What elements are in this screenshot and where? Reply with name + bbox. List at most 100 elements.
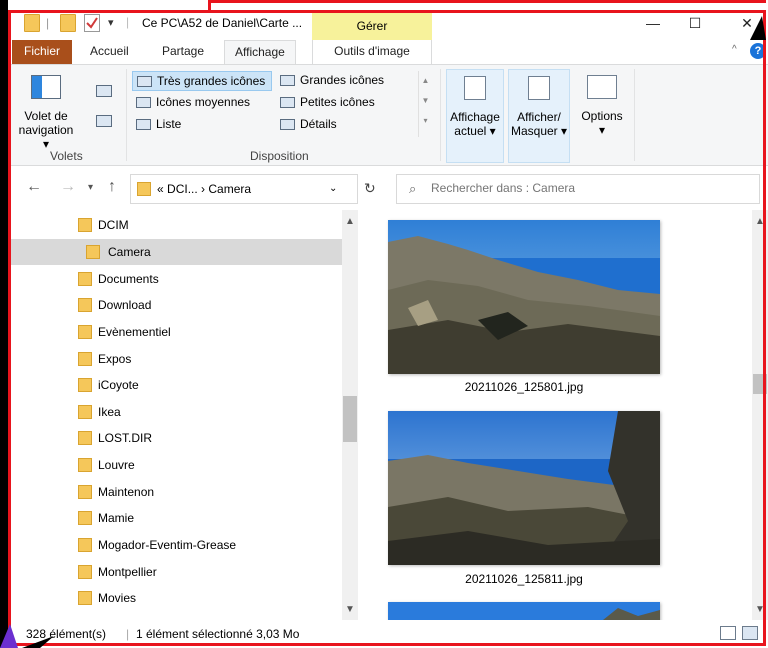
folder-icon — [78, 485, 92, 499]
layout-large-icons[interactable]: Grandes icônes — [276, 71, 384, 91]
scrollbar-thumb[interactable] — [343, 396, 357, 442]
options-label: Options — [581, 109, 623, 123]
thumbnail-2[interactable] — [388, 411, 660, 565]
breadcrumb-camera[interactable]: Camera — [208, 182, 251, 196]
status-separator: | — [126, 627, 130, 641]
address-bar[interactable]: « DCI... › Camera ⌄ — [130, 174, 358, 204]
separator-icon: | — [126, 15, 130, 29]
layout-xl-icons[interactable]: Très grandes icônes — [132, 71, 272, 91]
tab-share[interactable]: Partage — [152, 40, 214, 64]
nav-item-label: Download — [98, 298, 152, 312]
nav-item-label: Mamie — [98, 511, 135, 525]
folder-icon — [78, 405, 92, 419]
explorer-window: | ▾ | Ce PC\A52 de Daniel\Carte ... Gére… — [8, 0, 768, 648]
refresh-button[interactable]: ↻ — [364, 180, 376, 197]
back-button[interactable]: ← — [26, 178, 42, 196]
selection-info: 1 élément sélectionné 3,03 Mo — [136, 627, 300, 641]
group-label-panes: Volets — [50, 149, 83, 163]
tab-file[interactable]: Fichier — [12, 40, 73, 64]
maximize-button[interactable]: ☐ — [672, 12, 718, 36]
forward-button[interactable]: → — [60, 178, 76, 196]
nav-item-label: Louvre — [98, 458, 135, 472]
layout-small-icons[interactable]: Petites icônes — [276, 93, 375, 113]
breadcrumb-overflow[interactable]: « — [157, 182, 164, 196]
file-name-1[interactable]: 20211026_125801.jpg — [388, 380, 660, 394]
customize-qat-icon[interactable]: ▾ — [108, 16, 114, 29]
nav-item-label: Expos — [98, 352, 132, 366]
content-scrollbar[interactable]: ▲ ▼ — [752, 210, 768, 620]
collapse-ribbon-icon[interactable]: ^ — [732, 44, 737, 55]
layout-medium-icons[interactable]: Icônes moyennes — [132, 93, 250, 113]
tab-image-tools[interactable]: Outils d'image — [312, 40, 432, 64]
window-title: Ce PC\A52 de Daniel\Carte ... — [142, 16, 303, 30]
annotation-arrow-icon — [750, 16, 766, 40]
tab-manage[interactable]: Gérer — [312, 10, 432, 40]
folder-icon — [86, 245, 100, 259]
thumbnail-3[interactable] — [388, 602, 660, 620]
nav-item-label: Montpellier — [98, 565, 157, 579]
layout-list-label: Liste — [156, 117, 182, 131]
help-icon[interactable]: ? — [750, 43, 766, 59]
title-bar: | ▾ | Ce PC\A52 de Daniel\Carte ... Gére… — [8, 10, 768, 40]
nav-item-label: Evènementiel — [98, 325, 171, 339]
ribbon-tabs: Fichier Accueil Partage Affichage Outils… — [8, 40, 768, 64]
options-button[interactable]: Options ▾ — [576, 69, 628, 163]
new-folder-icon[interactable] — [60, 14, 76, 32]
nav-item-label: Mogador-Eventim-Grease — [98, 538, 237, 552]
layout-list[interactable]: Liste — [132, 115, 181, 135]
folder-icon — [78, 218, 92, 232]
nav-item-camera[interactable]: Camera — [8, 239, 342, 265]
nav-item-label: LOST.DIR — [98, 431, 153, 445]
thumbnail-1[interactable] — [388, 220, 660, 374]
details-icon — [280, 119, 295, 130]
current-view-button[interactable]: Affichage actuel ▾ — [446, 69, 504, 163]
options-icon — [587, 75, 617, 99]
layout-medium-icons-label: Icônes moyennes — [156, 95, 251, 109]
landscape-photo-3 — [388, 602, 660, 620]
search-icon: ⌕ — [409, 181, 417, 196]
address-dropdown-icon[interactable]: ⌄ — [329, 183, 337, 194]
nav-item-label: iCoyote — [98, 378, 139, 392]
breadcrumb-separator[interactable]: › — [201, 182, 205, 196]
scrollbar-thumb[interactable] — [753, 374, 767, 394]
show-hide-button[interactable]: Afficher/ Masquer ▾ — [508, 69, 570, 163]
nav-pane-label-1: Volet de — [24, 109, 68, 123]
current-view-label-2: actuel — [454, 124, 487, 138]
scroll-up-icon[interactable]: ▲ — [755, 216, 765, 227]
large-icons-view-icon[interactable] — [742, 626, 758, 640]
folder-icon — [137, 182, 151, 196]
ribbon: Volet de navigation ▾ Volets Très grande… — [8, 64, 768, 166]
up-button[interactable]: ↑ — [108, 178, 116, 196]
layout-scroll[interactable]: ▲ ▼ ▾ — [418, 71, 432, 137]
minimize-button[interactable]: — — [630, 12, 676, 36]
nav-pane-scrollbar[interactable]: ▲ ▼ — [342, 210, 358, 620]
nav-pane-icon — [31, 75, 61, 99]
scroll-up-icon[interactable]: ▲ — [345, 216, 355, 227]
search-input[interactable] — [431, 181, 751, 195]
breadcrumb-dcim[interactable]: DCI... — [167, 182, 198, 196]
properties-icon[interactable] — [84, 14, 100, 32]
annotation-arrow-icon — [0, 624, 54, 648]
show-hide-icon — [528, 76, 550, 100]
preview-pane-icon[interactable] — [96, 85, 112, 97]
separator-icon: | — [46, 16, 50, 30]
scroll-down-icon[interactable]: ▼ — [755, 604, 765, 615]
show-hide-label-1: Afficher/ — [517, 110, 561, 124]
layout-details-label: Détails — [300, 117, 337, 131]
tab-view[interactable]: Affichage — [224, 40, 296, 64]
annotation-line — [208, 0, 766, 3]
folder-icon — [24, 14, 40, 32]
layout-details[interactable]: Détails — [276, 115, 337, 135]
folder-icon — [78, 538, 92, 552]
file-name-2[interactable]: 20211026_125811.jpg — [388, 572, 660, 586]
details-pane-icon[interactable] — [96, 115, 112, 127]
folder-icon — [78, 458, 92, 472]
recent-locations-button[interactable]: ▾ — [88, 182, 93, 193]
nav-item-dcim[interactable]: DCIM — [78, 212, 342, 238]
scroll-down-icon[interactable]: ▼ — [345, 604, 355, 615]
small-icons-icon — [280, 97, 295, 108]
tab-home[interactable]: Accueil — [80, 40, 139, 64]
navigation-pane: DCIM Camera Documents Download Evènement… — [8, 210, 342, 620]
search-box[interactable]: ⌕ — [396, 174, 760, 204]
details-view-icon[interactable] — [720, 626, 736, 640]
